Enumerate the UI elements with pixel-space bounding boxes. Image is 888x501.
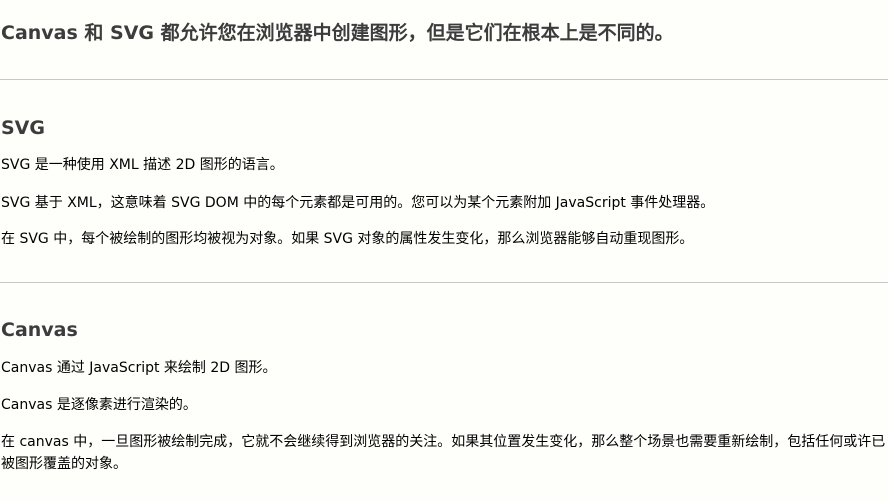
page-title: Canvas 和 SVG 都允许您在浏览器中创建图形，但是它们在根本上是不同的。 (1, 22, 674, 44)
paragraph: SVG 是一种使用 XML 描述 2D 图形的语言。 (1, 157, 284, 173)
section-heading-svg: SVG (1, 117, 45, 139)
paragraph: SVG 基于 XML，这意味着 SVG DOM 中的每个元素都是可用的。您可以为… (1, 195, 715, 211)
paragraph: 在 SVG 中，每个被绘制的图形均被视为对象。如果 SVG 对象的属性发生变化，… (1, 231, 694, 247)
divider (0, 79, 888, 80)
paragraph: 在 canvas 中，一旦图形被绘制完成，它就不会继续得到浏览器的关注。如果其位… (1, 434, 886, 472)
section-heading-canvas: Canvas (1, 319, 78, 341)
article-page: Canvas 和 SVG 都允许您在浏览器中创建图形，但是它们在根本上是不同的。… (0, 0, 888, 501)
paragraph: Canvas 是逐像素进行渲染的。 (1, 397, 197, 413)
divider (0, 282, 888, 283)
paragraph: Canvas 通过 JavaScript 来绘制 2D 图形。 (1, 360, 277, 376)
